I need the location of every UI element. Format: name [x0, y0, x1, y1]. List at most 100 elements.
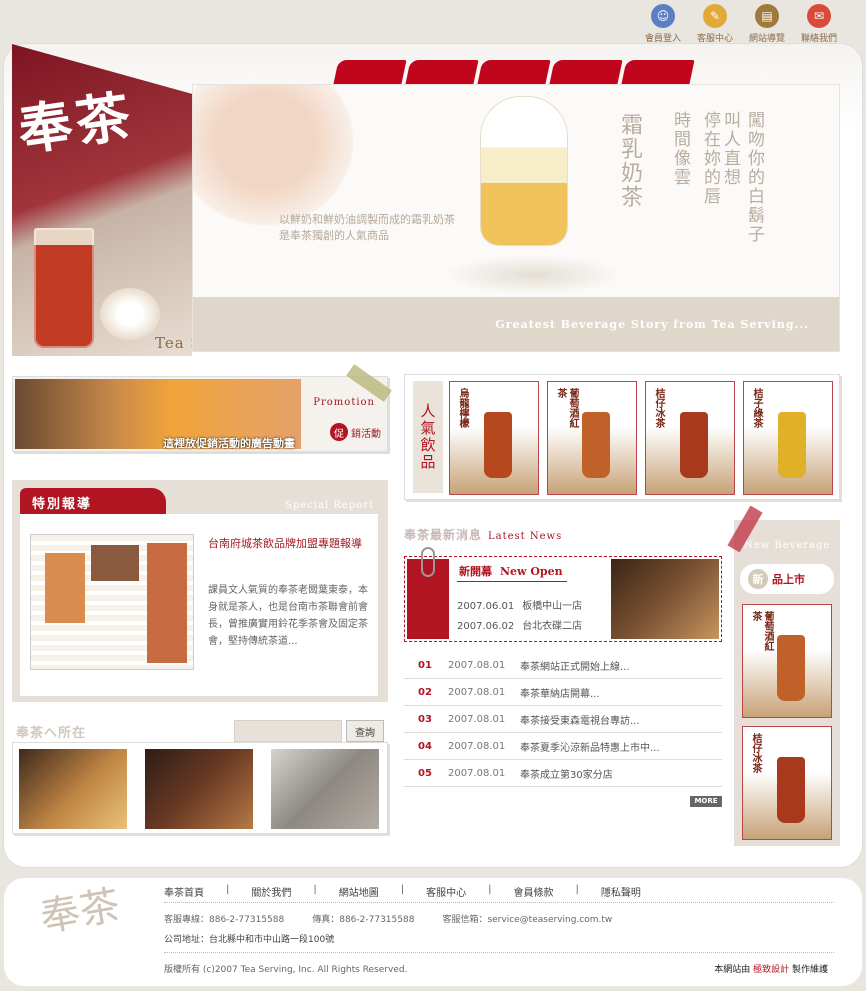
popular-item-name: 桔子綠茶 [751, 388, 762, 428]
poem-line-1: 時間像雲 [670, 111, 690, 187]
new-open-title-en: New Open [500, 565, 563, 578]
footer-link-terms[interactable]: 會員條款 [514, 884, 554, 899]
sitemap-link[interactable]: ▤ 網站導覽 [746, 4, 788, 44]
hero-milk-tea-cup [481, 97, 567, 245]
new-beverage-title: New Beverage [744, 540, 831, 551]
more-news-button[interactable]: MORE [690, 796, 722, 807]
footer-sep: | [313, 884, 317, 895]
poem-line-2: 停在妳的唇 [700, 111, 720, 206]
new-beverage-item[interactable]: 桔仔冰茶 [742, 726, 832, 840]
hero-caption: 以鮮奶和鮮奶油調製而成的霜乳奶茶 是奉茶獨創的人氣商品 [279, 212, 499, 244]
new-beverage-panel: New Beverage 新 品上市 葡萄酒紅茶 桔仔冰茶 [734, 520, 840, 846]
credit-link[interactable]: 極致設計 [753, 965, 789, 975]
store-search-button[interactable]: 查詢 [346, 720, 384, 742]
news-date: 2007.08.01 [448, 659, 506, 671]
news-row[interactable]: 02 2007.08.01 奉茶華納店開幕... [404, 679, 722, 706]
store-photo[interactable] [271, 749, 379, 829]
promotion-banner[interactable]: 這裡放促銷活動的廣告動畫 Promotion 促 銷活動 [12, 376, 388, 452]
popular-item[interactable]: 桔仔冰茶 [645, 381, 735, 495]
news-row[interactable]: 01 2007.08.01 奉茶網站正式開始上線... [404, 652, 722, 679]
news-row[interactable]: 05 2007.08.01 奉茶成立第30家分店 [404, 760, 722, 787]
opening-date: 2007.06.01 [457, 601, 515, 612]
popular-item[interactable]: 桔子綠茶 [743, 381, 833, 495]
drink-glass-image [484, 412, 512, 478]
new-beverage-name: 桔仔冰茶 [750, 733, 761, 773]
latest-news-title: 奉茶最新消息 Latest News [404, 526, 562, 543]
footer-rule [164, 952, 834, 953]
news-number: 01 [418, 659, 432, 671]
news-text: 奉茶華納店開幕... [520, 688, 600, 700]
footer-fax: 傳真：886-2-77315588 [312, 915, 415, 925]
news-number: 04 [418, 740, 432, 752]
drink-glass-image [778, 412, 806, 478]
news-date: 2007.08.01 [448, 686, 506, 698]
new-open-divider [457, 581, 567, 582]
news-date: 2007.08.01 [448, 740, 506, 752]
news-text: 奉茶網站正式開始上線... [520, 661, 630, 673]
news-row[interactable]: 03 2007.08.01 奉茶接受東森電視台專訪... [404, 706, 722, 733]
footer-link-privacy[interactable]: 隱私聲明 [601, 884, 641, 899]
service-center-link[interactable]: ✎ 客服中心 [694, 4, 736, 44]
special-report-body: 台南府城茶飲品牌加盟專題報導 課員文人氣質的奉茶老闆葉東泰，本身就是茶人，也是台… [20, 514, 378, 696]
promotion-subtitle: 促 銷活動 [330, 423, 381, 441]
footer-sep: | [488, 884, 492, 895]
contact-link[interactable]: ✉ 聯絡我們 [798, 4, 840, 44]
store-search-input[interactable] [234, 720, 342, 742]
footer-copyright: 版權所有 (c)2007 Tea Serving, Inc. All Right… [164, 965, 408, 975]
new-open-photo [611, 559, 719, 639]
hero-product-name: 霜乳奶茶 [617, 113, 642, 209]
new-beverage-label: 新 品上市 [740, 564, 834, 594]
poem-line-3: 叫人直想 [720, 111, 740, 187]
member-login-link[interactable]: ☺ 會員登入 [642, 4, 684, 44]
footer-link-service[interactable]: 客服中心 [426, 884, 466, 899]
footer-link-about[interactable]: 關於我們 [251, 884, 291, 899]
news-row[interactable]: 04 2007.08.01 奉茶夏季沁涼新品特惠上市中... [404, 733, 722, 760]
footer-address: 公司地址：台北縣中和市中山路一段100號 [164, 935, 335, 945]
sitemap-label: 網站導覽 [748, 34, 785, 44]
hero-cup-shadow [443, 255, 623, 295]
special-report-title-en: Special Report [285, 500, 374, 511]
member-icon: ☺ [651, 4, 675, 28]
footer-credit: 本網站由 極致設計 製作維護 [714, 962, 828, 975]
drink-glass-image [582, 412, 610, 478]
footer: 奉茶 奉茶首頁 | 關於我們 | 網站地圖 | 客服中心 | 會員條款 | 隱私聲明 客服… [4, 878, 862, 986]
hero-logo: 奉茶 [14, 83, 138, 163]
service-center-label: 客服中心 [696, 34, 733, 44]
opening-row[interactable]: 2007.06.01 板橋中山一店 [457, 597, 582, 612]
stores-title: 奉茶へ所在 [16, 726, 87, 741]
nav-tab-2[interactable] [405, 60, 479, 84]
hero-caption-line2: 是奉茶獨創的人氣商品 [279, 229, 389, 242]
popular-item-name: 烏龍檸檬 [457, 388, 468, 428]
news-text: 奉茶夏季沁涼新品特惠上市中... [520, 742, 660, 754]
popular-item[interactable]: 烏龍檸檬 [449, 381, 539, 495]
news-clipping-image[interactable] [30, 534, 194, 670]
new-beverage-item[interactable]: 葡萄酒紅茶 [742, 604, 832, 718]
footer-link-sitemap[interactable]: 網站地圖 [339, 884, 379, 899]
contact-icon: ✉ [807, 4, 831, 28]
drink-glass-image [680, 412, 708, 478]
opening-row[interactable]: 2007.06.02 台北衣碟二店 [457, 617, 582, 632]
nav-tab-5[interactable] [621, 60, 695, 84]
new-open-box: 新開幕 New Open 2007.06.01 板橋中山一店 2007.06.02… [404, 547, 722, 642]
hero-banner: 以鮮奶和鮮奶油調製而成的霜乳奶茶 是奉茶獨創的人氣商品 霜乳奶茶 時間像雲 停在… [192, 84, 840, 352]
promotion-badge: 促 [330, 423, 348, 441]
credit-prefix: 本網站由 [714, 965, 751, 975]
hero-poem: 時間像雲 [669, 111, 691, 281]
store-photo[interactable] [19, 749, 127, 829]
store-photo[interactable] [145, 749, 253, 829]
special-report-headline[interactable]: 台南府城茶飲品牌加盟專題報導 [208, 536, 370, 552]
latest-news-title-en: Latest News [488, 531, 563, 542]
footer-link-home[interactable]: 奉茶首頁 [164, 884, 204, 899]
nav-tab-3[interactable] [477, 60, 551, 84]
popular-item-name: 桔仔冰茶 [653, 388, 664, 428]
footer-email[interactable]: 客服信箱：service@teaserving.com.tw [442, 912, 612, 925]
nav-tab-4[interactable] [549, 60, 623, 84]
promotion-banner-text: 這裡放促銷活動的廣告動畫 [163, 437, 295, 450]
nav-tab-1[interactable] [333, 60, 407, 84]
poem-line-4: 闖吻你的白鬍子 [744, 111, 764, 244]
credit-suffix: 製作維護 [791, 965, 828, 975]
footer-sep: | [400, 884, 405, 895]
popular-item[interactable]: 葡萄酒紅茶 [547, 381, 637, 495]
special-report: 特別報導 Special Report 台南府城茶飲品牌加盟專題報導 課員文人氣… [12, 480, 388, 702]
footer-contact: 客服專線：886-2-77315588 傳真：886-2-77315588 客服… [164, 912, 612, 925]
